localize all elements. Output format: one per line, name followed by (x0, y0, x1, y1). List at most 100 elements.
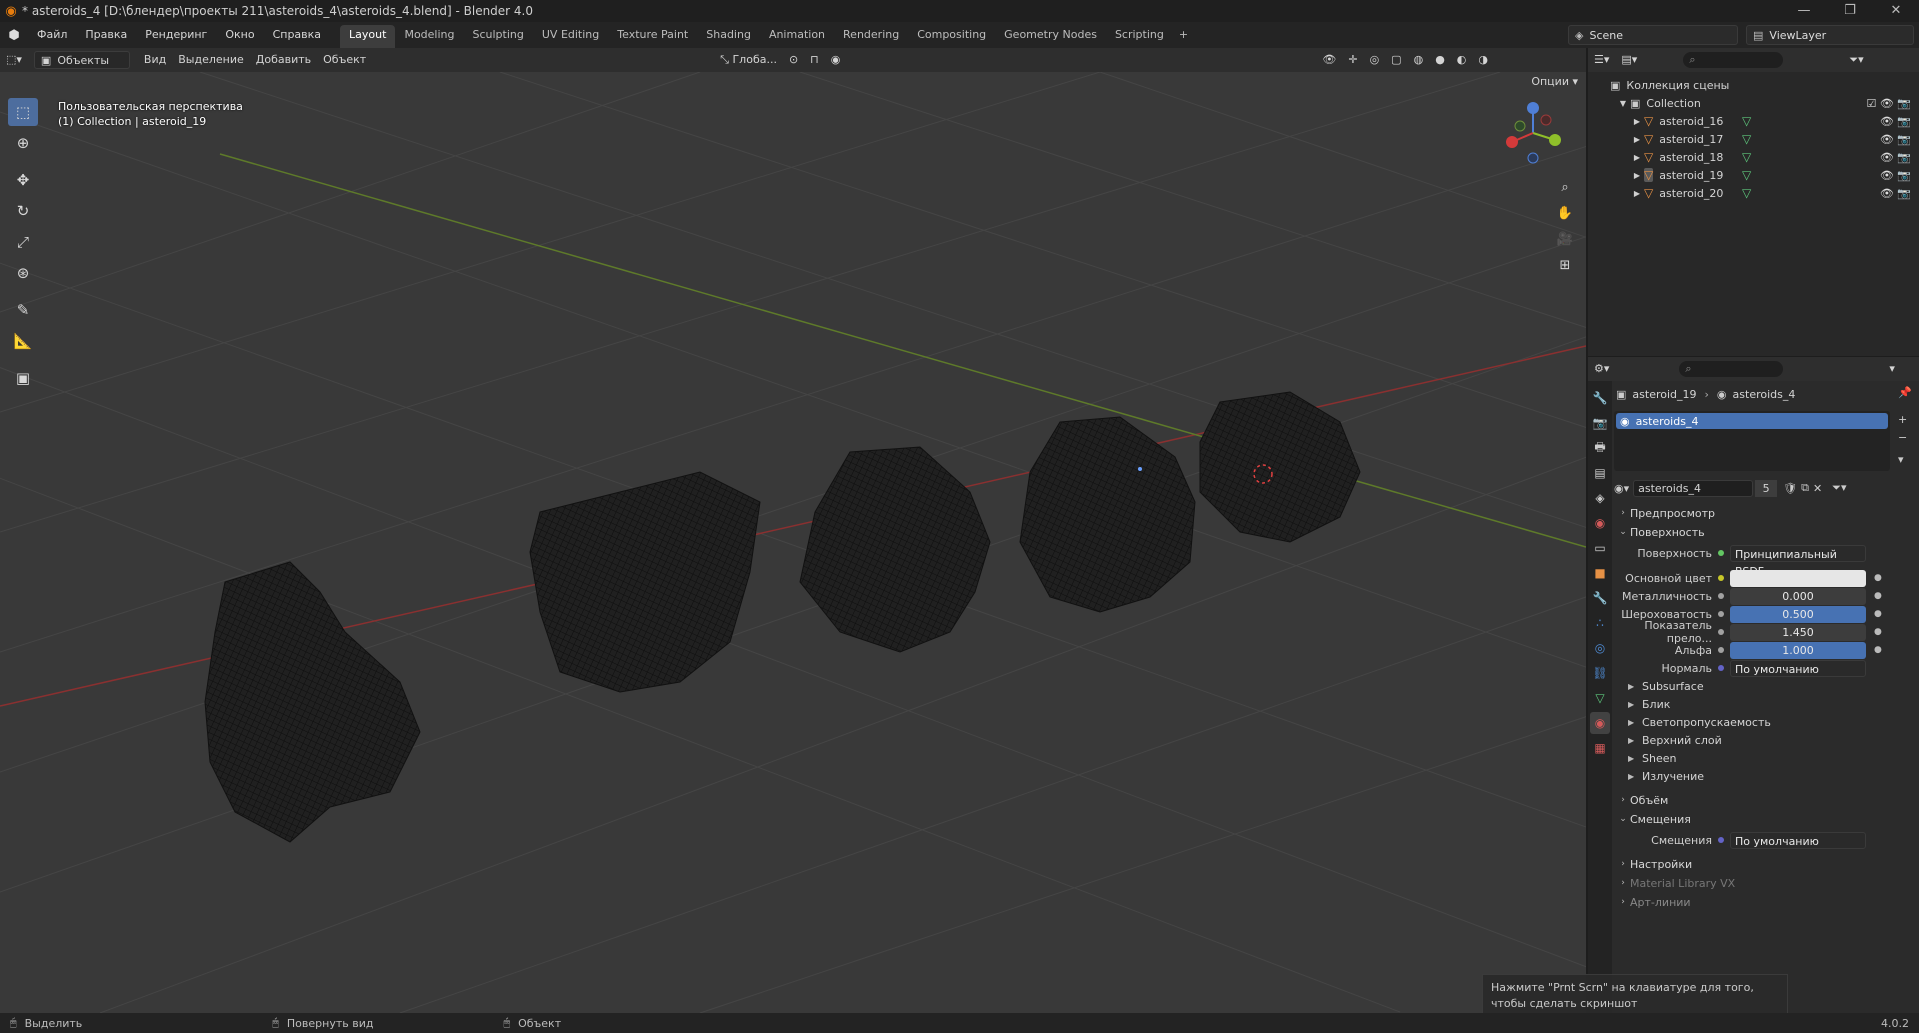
panel-preview[interactable]: › Предпросмотр (1616, 503, 1912, 523)
displacement-select[interactable]: По умолчанию (1730, 831, 1866, 849)
snap-icon[interactable]: ⊓ (804, 48, 825, 72)
material-tab-icon[interactable]: ◉ (1590, 712, 1610, 734)
scene-tab-icon[interactable]: ◈ (1590, 487, 1610, 509)
tab-shading[interactable]: Shading (697, 25, 760, 48)
expand-icon[interactable]: ▶ (1630, 189, 1644, 198)
subpanel-specular[interactable]: ▶ Блик (1628, 695, 1670, 713)
scene-selector[interactable]: ◈ Scene (1568, 25, 1738, 45)
display-mode-icon[interactable]: ▤▾ (1615, 48, 1643, 72)
material-users-count[interactable]: 5 (1755, 479, 1778, 497)
world-tab-icon[interactable]: ◉ (1590, 512, 1610, 534)
outliner-row-asteroid-16[interactable]: ▶ ▽ asteroid_16 ▽ 👁 📷 (1588, 112, 1919, 130)
move-tool-icon[interactable]: ✥ (8, 166, 38, 194)
fake-user-icon[interactable]: 🛡 (1783, 482, 1797, 495)
mesh-data-icon[interactable]: ▽ (1742, 114, 1751, 128)
shading-solid-icon[interactable]: ● (1429, 48, 1451, 72)
keyframe-dot-icon[interactable]: ● (1874, 591, 1882, 601)
scale-tool-icon[interactable]: ⤢ (8, 228, 38, 256)
outliner-row-asteroid-17[interactable]: ▶ ▽ asteroid_17 ▽ 👁 📷 (1588, 130, 1919, 148)
collection-visibility[interactable]: ☑ 👁 📷 (1866, 97, 1911, 110)
object-visibility[interactable]: 👁 📷 (1880, 115, 1911, 128)
menu-add[interactable]: Добавить (250, 48, 317, 72)
menu-view[interactable]: Вид (138, 48, 172, 72)
tab-texture-paint[interactable]: Texture Paint (608, 25, 697, 48)
duplicate-material-icon[interactable]: ⧉ (1801, 481, 1809, 495)
properties-editor-type-icon[interactable]: ⚙▾ (1588, 357, 1615, 381)
blender-logo-icon[interactable]: ⬢ (0, 28, 28, 43)
add-cube-tool-icon[interactable]: ▣ (8, 364, 38, 392)
tab-sculpting[interactable]: Sculpting (464, 25, 533, 48)
editor-type-icon[interactable]: ⬚▾ (0, 48, 28, 72)
object-visibility[interactable]: 👁 📷 (1880, 151, 1911, 164)
annotate-tool-icon[interactable]: ✎ (8, 296, 38, 324)
panel-settings[interactable]: › Настройки (1616, 854, 1912, 874)
menu-render[interactable]: Рендеринг (136, 22, 216, 48)
modifier-tab-icon[interactable]: 🔧 (1590, 587, 1610, 609)
material-slot-item[interactable]: ◉ asteroids_4 (1616, 413, 1888, 429)
shading-material-icon[interactable]: ◐ (1451, 48, 1473, 72)
expand-icon[interactable]: ▶ (1630, 135, 1644, 144)
menu-select[interactable]: Выделение (172, 48, 250, 72)
data-tab-icon[interactable]: ▽ (1590, 687, 1610, 709)
properties-options-icon[interactable]: ▾ (1883, 357, 1901, 381)
view-layer-tab-icon[interactable]: ▤ (1590, 462, 1610, 484)
collection-tab-icon[interactable]: ▭ (1590, 537, 1610, 559)
tab-scripting[interactable]: Scripting (1106, 25, 1173, 48)
transform-tool-icon[interactable]: ⊛ (8, 259, 38, 287)
subpanel-subsurface[interactable]: ▶ Subsurface (1628, 677, 1704, 695)
roughness-slider[interactable]: 0.500 (1730, 605, 1866, 623)
constraints-tab-icon[interactable]: ⛓ (1590, 662, 1610, 684)
panel-surface[interactable]: ⌄ Поверхность (1616, 522, 1912, 542)
node-filter-icon[interactable]: ⏷▾ (1832, 481, 1846, 495)
outliner-row-asteroid-20[interactable]: ▶ ▽ asteroid_20 ▽ 👁 📷 (1588, 184, 1919, 202)
mode-selector[interactable]: ▣ Объекты (33, 51, 130, 69)
tab-layout[interactable]: Layout (340, 25, 396, 48)
mesh-data-icon[interactable]: ▽ (1742, 132, 1751, 146)
collection-row[interactable]: ▼ ▣ Collection ☑ 👁 📷 (1588, 94, 1919, 112)
tab-animation[interactable]: Animation (760, 25, 834, 48)
remove-slot-button[interactable]: − (1898, 431, 1907, 444)
add-workspace-button[interactable]: + (1173, 22, 1194, 48)
expand-icon[interactable]: ▶ (1630, 153, 1644, 162)
texture-tab-icon[interactable]: ▦ (1590, 737, 1610, 759)
menu-help[interactable]: Справка (264, 22, 330, 48)
particles-tab-icon[interactable]: ∴ (1590, 612, 1610, 634)
object-tab-icon[interactable]: ■ (1590, 562, 1610, 584)
close-button[interactable]: ✕ (1873, 0, 1919, 22)
menu-file[interactable]: Файл (28, 22, 76, 48)
tab-compositing[interactable]: Compositing (908, 25, 995, 48)
unlink-material-icon[interactable]: ✕ (1813, 482, 1822, 495)
subpanel-coat[interactable]: ▶ Верхний слой (1628, 731, 1722, 749)
expand-icon[interactable]: ▶ (1630, 171, 1644, 180)
asteroid-16-mesh[interactable] (1199, 391, 1361, 543)
filter-icon[interactable]: ⏷▾ (1843, 48, 1869, 72)
normal-select[interactable]: По умолчанию (1730, 659, 1866, 677)
gizmo-icon[interactable]: ✛ (1342, 48, 1363, 72)
physics-tab-icon[interactable]: ◎ (1590, 637, 1610, 659)
add-slot-button[interactable]: + (1898, 413, 1907, 426)
expand-icon[interactable]: ▶ (1630, 117, 1644, 126)
browse-material-icon[interactable]: ◉▾ (1614, 482, 1629, 495)
menu-object[interactable]: Объект (317, 48, 372, 72)
mesh-data-icon[interactable]: ▽ (1742, 186, 1751, 200)
object-visibility[interactable]: 👁 📷 (1880, 133, 1911, 146)
3d-viewport[interactable]: ⬚▾ ▣ Объекты Вид Выделение Добавить Объе… (0, 48, 1586, 1013)
xray-icon[interactable]: ▢ (1385, 48, 1407, 72)
menu-window[interactable]: Окно (216, 22, 263, 48)
pan-hand-icon[interactable]: ✋ (1554, 202, 1576, 224)
tab-rendering[interactable]: Rendering (834, 25, 908, 48)
options-dropdown[interactable]: Опции ▾ (1531, 75, 1578, 88)
overlay-icon[interactable]: ◎ (1364, 48, 1386, 72)
alpha-slider[interactable]: 1.000 (1730, 641, 1866, 659)
render-tab-icon[interactable]: 📷 (1590, 412, 1610, 434)
proportional-edit-icon[interactable]: ◉ (825, 48, 847, 72)
asteroid-17-mesh[interactable] (1019, 416, 1196, 613)
visibility-icon[interactable]: 👁 (1316, 48, 1342, 72)
shading-wireframe-icon[interactable]: ◍ (1408, 48, 1430, 72)
pivot-icon[interactable]: ⊙ (783, 48, 804, 72)
shader-select[interactable]: Принципиальный BSDF (1730, 544, 1866, 578)
zoom-icon[interactable]: ⌕ (1554, 176, 1576, 198)
output-tab-icon[interactable]: 🖶 (1590, 437, 1610, 459)
measure-tool-icon[interactable]: 📐 (8, 327, 38, 355)
panel-displacement[interactable]: ⌄ Смещения (1616, 809, 1912, 829)
